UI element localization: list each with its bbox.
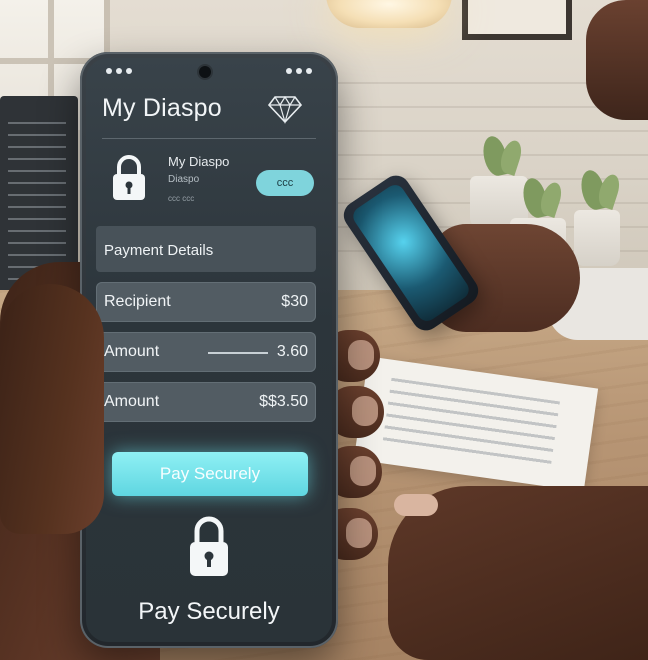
pay-securely-button[interactable]: Pay Securely xyxy=(112,452,308,496)
account-action-button[interactable]: ᴄᴄᴄ xyxy=(256,170,314,196)
row-divider-line xyxy=(208,352,268,354)
phone-screen: My Diaspo My Diaspo Diaspo ᴄᴄᴄ ᴄᴄᴄ ᴄᴄᴄ P… xyxy=(86,58,332,642)
account-subtitle-2: ᴄᴄᴄ ᴄᴄᴄ xyxy=(168,194,195,203)
front-camera xyxy=(199,66,211,78)
plant-pot xyxy=(574,210,620,266)
footer-text: Pay Securely xyxy=(138,598,280,625)
row-label: Amount xyxy=(104,343,160,360)
amount-row[interactable]: Amount 3.60 xyxy=(96,332,316,372)
row-label: Amount xyxy=(104,393,160,410)
app-title: My Diaspo xyxy=(102,94,222,122)
row-value: $30 xyxy=(281,293,308,310)
account-subtitle: Diaspo xyxy=(168,174,200,185)
row-value: 3.60 xyxy=(276,343,308,360)
amount-row[interactable]: Amount $$3.50 xyxy=(96,382,316,422)
lock-icon xyxy=(113,155,145,200)
picture-frame xyxy=(462,0,572,40)
status-icons-right xyxy=(286,68,312,74)
section-label: Payment Details xyxy=(104,242,214,259)
smartphone: My Diaspo My Diaspo Diaspo ᴄᴄᴄ ᴄᴄᴄ ᴄᴄᴄ P… xyxy=(80,52,338,648)
recipient-row[interactable]: Recipient $30 xyxy=(96,282,316,322)
diamond-icon xyxy=(268,95,302,124)
row-value: $$3.50 xyxy=(259,393,308,410)
account-name: My Diaspo xyxy=(168,154,230,169)
row-label: Recipient xyxy=(104,293,171,310)
background-person xyxy=(586,0,648,120)
pointing-hand xyxy=(388,486,648,660)
thumb xyxy=(0,284,104,534)
status-bar xyxy=(86,58,332,84)
payment-details-header: Payment Details xyxy=(96,226,316,272)
status-icons-left xyxy=(106,68,132,74)
lamp xyxy=(326,0,452,28)
header-divider xyxy=(102,138,316,139)
lock-icon xyxy=(190,516,228,576)
